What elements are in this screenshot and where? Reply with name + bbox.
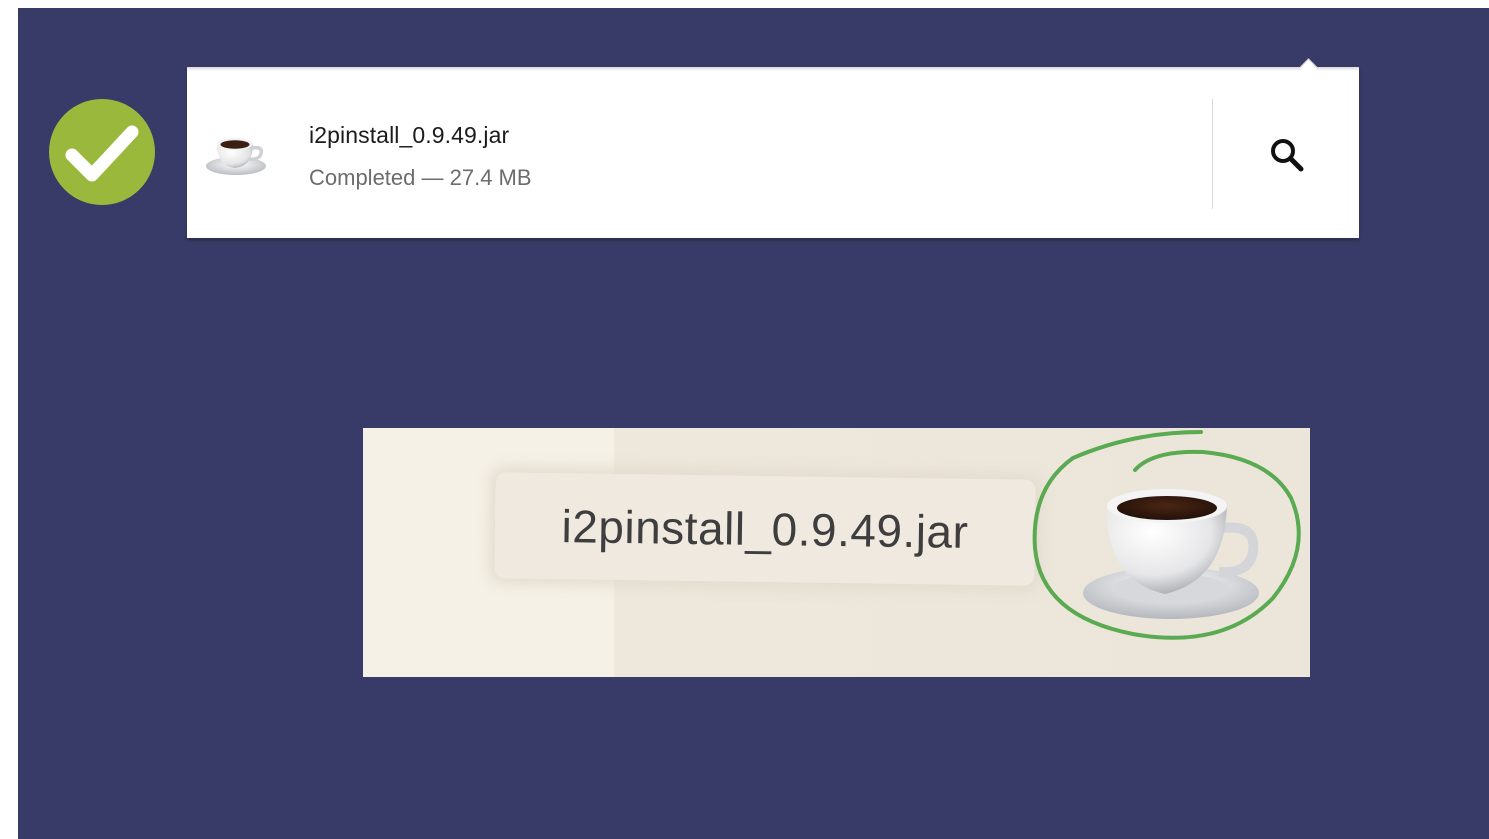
show-in-folder-button[interactable]	[1217, 107, 1357, 203]
panel-top-edge	[187, 67, 1359, 71]
java-coffee-cup-icon	[205, 122, 269, 180]
zoomed-file-preview: i2pinstall_0.9.49.jar	[363, 428, 1310, 677]
download-status: Completed — 27.4 MB	[309, 165, 532, 190]
zoomed-java-coffee-cup-icon	[1013, 428, 1310, 677]
panel-divider	[1212, 99, 1213, 209]
zoomed-file-name: i2pinstall_0.9.49.jar	[561, 500, 969, 558]
checkmark-icon	[49, 99, 155, 205]
panel-arrow-notch	[1299, 58, 1318, 77]
magnifier-icon	[1271, 139, 1304, 172]
checkmark-badge	[48, 98, 156, 206]
zoomed-file-label: i2pinstall_0.9.49.jar	[494, 472, 1036, 586]
download-item-panel[interactable]: i2pinstall_0.9.49.jar Completed — 27.4 M…	[187, 58, 1359, 238]
slide-background: i2pinstall_0.9.49.jar Completed — 27.4 M…	[18, 8, 1489, 839]
download-file-name[interactable]: i2pinstall_0.9.49.jar	[309, 122, 509, 149]
